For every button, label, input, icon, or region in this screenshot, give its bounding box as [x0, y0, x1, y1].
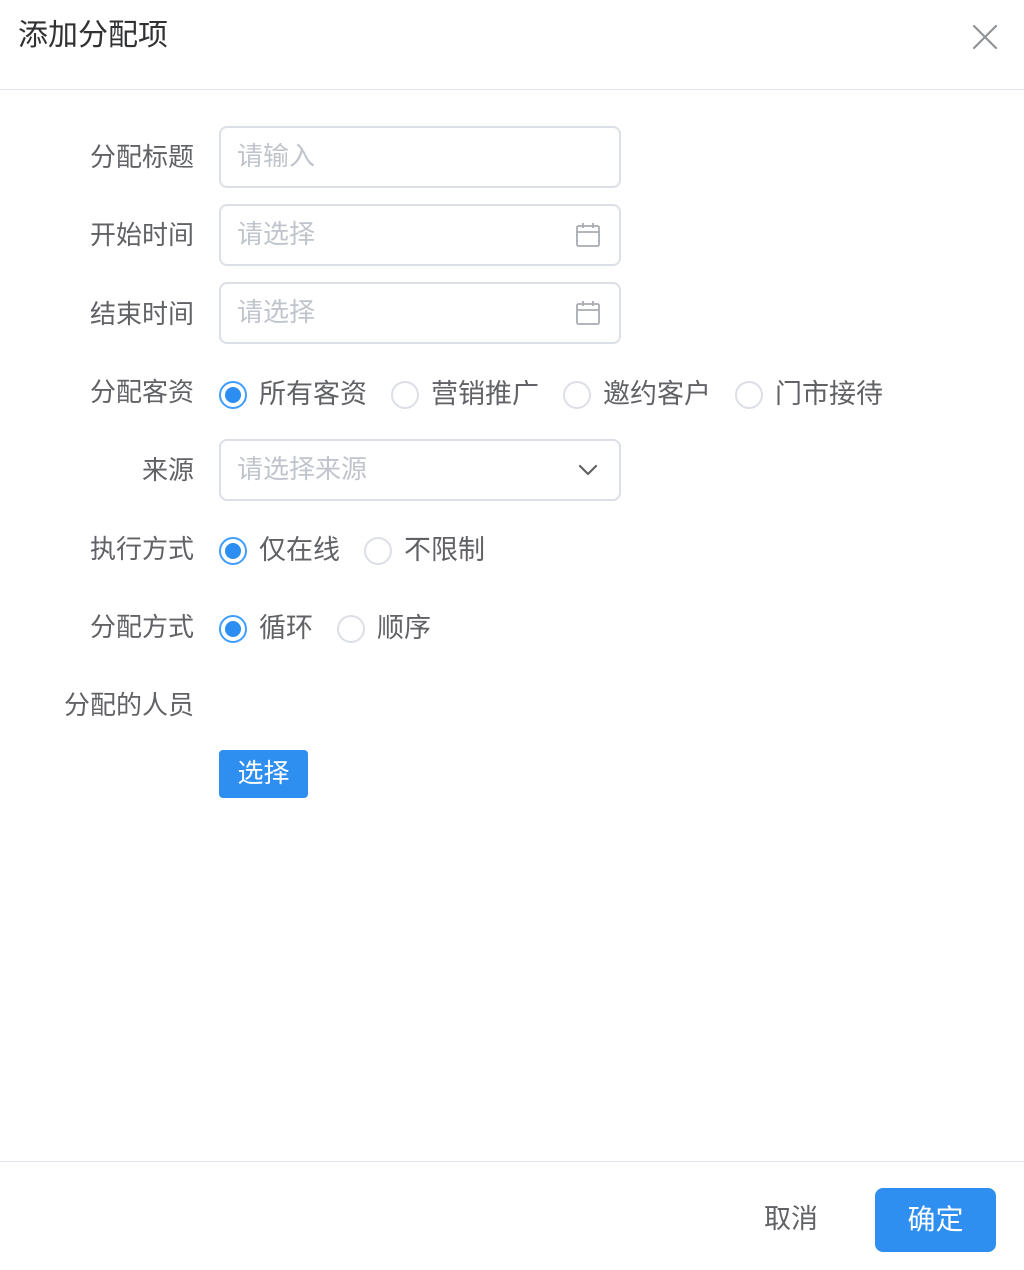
radio-store-reception[interactable]: 门市接待 [735, 375, 883, 415]
close-icon[interactable] [966, 18, 1004, 56]
radio-label: 门市接待 [775, 379, 883, 410]
radio-circle[interactable] [364, 537, 392, 565]
radio-circle[interactable] [735, 381, 763, 409]
title-label: 分配标题 [89, 143, 194, 173]
cancel-button[interactable]: 取消 [748, 1198, 834, 1242]
radio-unlimited[interactable]: 不限制 [364, 531, 485, 571]
radio-label: 顺序 [377, 613, 431, 644]
dialog-header: 添加分配项 [0, 0, 1024, 90]
assignees-label: 分配的人员 [63, 691, 194, 721]
assign-mode-label: 分配方式 [89, 613, 194, 643]
start-time-picker[interactable] [219, 204, 621, 266]
source-label: 来源 [141, 456, 194, 486]
end-time-label: 结束时间 [89, 300, 194, 330]
title-input[interactable] [221, 128, 557, 186]
radio-all-customers[interactable]: 所有客资 [219, 375, 367, 415]
radio-label: 循环 [259, 613, 313, 644]
radio-circle[interactable] [337, 615, 365, 643]
calendar-icon [575, 222, 601, 248]
exec-mode-label: 执行方式 [89, 535, 194, 565]
radio-label: 邀约客户 [603, 379, 711, 410]
title-field[interactable] [219, 126, 621, 188]
source-input[interactable] [221, 441, 557, 499]
radio-circle[interactable] [563, 381, 591, 409]
footer-divider [0, 1161, 1024, 1162]
customer-label: 分配客资 [89, 378, 194, 408]
source-select[interactable] [219, 439, 621, 501]
radio-circle[interactable] [219, 537, 247, 565]
radio-marketing[interactable]: 营销推广 [391, 375, 539, 415]
radio-circle[interactable] [391, 381, 419, 409]
chevron-down-icon [575, 457, 601, 483]
assign-mode-radio-group: 循环 顺序 [219, 609, 455, 649]
radio-round-robin[interactable]: 循环 [219, 609, 313, 649]
radio-label: 所有客资 [259, 379, 367, 410]
select-assignees-button[interactable]: 选择 [219, 750, 308, 798]
start-time-input[interactable] [221, 206, 557, 264]
radio-label: 营销推广 [431, 379, 539, 410]
exec-mode-radio-group: 仅在线 不限制 [219, 531, 509, 571]
confirm-button[interactable]: 确定 [875, 1188, 996, 1252]
radio-circle[interactable] [219, 615, 247, 643]
calendar-icon [575, 300, 601, 326]
end-time-picker[interactable] [219, 282, 621, 344]
radio-sequential[interactable]: 顺序 [337, 609, 431, 649]
radio-label: 仅在线 [259, 535, 340, 566]
radio-circle[interactable] [219, 381, 247, 409]
customer-radio-group: 所有客资 营销推广 邀约客户 门市接待 [219, 375, 907, 415]
radio-invited[interactable]: 邀约客户 [563, 375, 711, 415]
radio-label: 不限制 [404, 535, 485, 566]
end-time-input[interactable] [221, 284, 557, 342]
dialog-title: 添加分配项 [18, 18, 168, 53]
radio-online-only[interactable]: 仅在线 [219, 531, 340, 571]
start-time-label: 开始时间 [89, 221, 194, 251]
